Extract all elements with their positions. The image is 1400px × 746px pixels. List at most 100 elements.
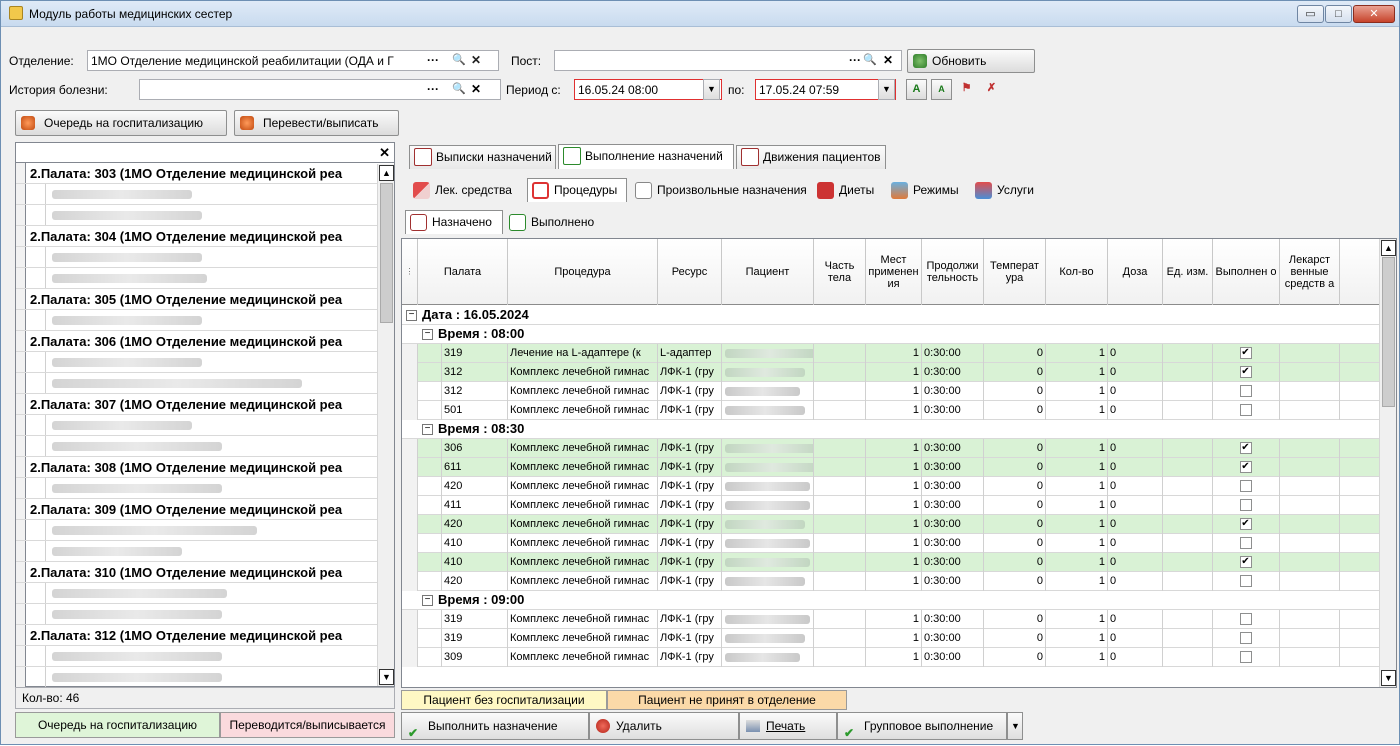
patient-row[interactable] <box>16 352 394 373</box>
done-checkbox[interactable] <box>1239 613 1252 625</box>
scroll-thumb[interactable] <box>380 183 393 323</box>
table-row[interactable]: 611 Комплекс лечебной гимнас ЛФК-1 (гру 1 0:… <box>402 458 1380 477</box>
table-row[interactable]: 411 Комплекс лечебной гимнас ЛФК-1 (гру 1 0:… <box>402 496 1380 515</box>
table-row[interactable]: 319 Комплекс лечебной гимнас ЛФК-1 (гру 1 0:… <box>402 629 1380 648</box>
col-temperature-header[interactable]: Температ ура <box>984 239 1046 305</box>
close-panel-icon[interactable]: ✕ <box>379 145 390 161</box>
period-from-field[interactable]: 16.05.24 08:00 <box>574 79 722 100</box>
done-checkbox[interactable] <box>1239 537 1252 549</box>
patient-row[interactable] <box>16 541 394 562</box>
title-bar[interactable]: Модуль работы медицинских сестер ▭ □ ✕ <box>1 1 1399 27</box>
dept-dots-icon[interactable]: ··· <box>427 53 439 67</box>
clear-filter-icon[interactable]: ✗ <box>981 79 1002 100</box>
history-dots-icon[interactable]: ··· <box>427 82 439 96</box>
time-group-row[interactable]: − Время : 08:30 <box>402 420 1380 439</box>
time-group-row[interactable]: − Время : 09:00 <box>402 591 1380 610</box>
subtab-medicines[interactable]: Лек. средства <box>409 179 519 203</box>
scroll-down-icon[interactable]: ▼ <box>379 669 394 685</box>
col-unit-header[interactable]: Ед. изм. <box>1163 239 1213 305</box>
subtab-procedures[interactable]: Процедуры <box>527 178 627 202</box>
col-indicator-header[interactable]: ⋮ <box>402 239 418 305</box>
grid-scroll-thumb[interactable] <box>1382 257 1395 407</box>
done-checkbox[interactable]: ✔ <box>1239 366 1252 378</box>
done-checkbox[interactable]: ✔ <box>1239 442 1252 454</box>
done-checkbox[interactable]: ✔ <box>1239 518 1252 530</box>
patient-row[interactable] <box>16 436 394 457</box>
collapse-icon[interactable]: − <box>422 595 433 606</box>
date-group-row[interactable]: − Дата : 16.05.2024 <box>402 306 1380 325</box>
ward-group-row[interactable]: 2.Палата: 312 (1МО Отделение медицинской… <box>16 625 394 646</box>
ward-group-row[interactable]: 2.Палата: 305 (1МО Отделение медицинской… <box>16 289 394 310</box>
subtab-regimes[interactable]: Режимы <box>887 179 969 203</box>
col-medicines-header[interactable]: Лекарст венные средств а <box>1280 239 1340 305</box>
table-row[interactable]: 312 Комплекс лечебной гимнас ЛФК-1 (гру 1 0:… <box>402 382 1380 401</box>
col-resource-header[interactable]: Ресурс <box>658 239 722 305</box>
grid-scroll-up-icon[interactable]: ▲ <box>1381 240 1396 256</box>
done-checkbox[interactable] <box>1239 404 1252 416</box>
col-body-part-header[interactable]: Часть тела <box>814 239 866 305</box>
ward-group-row[interactable]: 2.Палата: 303 (1МО Отделение медицинской… <box>16 163 394 184</box>
table-row[interactable]: 319 Лечение на L-адаптере (к L-адаптер 1 0:3… <box>402 344 1380 363</box>
collapse-icon[interactable]: − <box>406 310 417 321</box>
patient-row[interactable] <box>16 667 394 688</box>
table-row[interactable]: 319 Комплекс лечебной гимнас ЛФК-1 (гру 1 0:… <box>402 610 1380 629</box>
patient-row[interactable] <box>16 268 394 289</box>
done-checkbox[interactable] <box>1239 480 1252 492</box>
ward-group-row[interactable]: 2.Палата: 306 (1МО Отделение медицинской… <box>16 331 394 352</box>
done-checkbox[interactable] <box>1239 385 1252 397</box>
done-checkbox[interactable]: ✔ <box>1239 556 1252 568</box>
patient-row[interactable] <box>16 184 394 205</box>
done-checkbox[interactable] <box>1239 575 1252 587</box>
table-row[interactable]: 420 Комплекс лечебной гимнас ЛФК-1 (гру 1 0:… <box>402 515 1380 534</box>
transfer-button[interactable]: Перевести/выписать <box>234 110 399 136</box>
collapse-icon[interactable]: − <box>422 329 433 340</box>
post-clear-icon[interactable]: ✕ <box>883 53 893 67</box>
collapse-icon[interactable]: − <box>422 424 433 435</box>
grid-scrollbar[interactable]: ▲ ▼ <box>1379 239 1396 687</box>
subtab-custom[interactable]: Произвольные назначения <box>631 179 811 203</box>
col-patient-header[interactable]: Пациент <box>722 239 814 305</box>
period-to-dropdown[interactable]: ▼ <box>878 79 895 100</box>
tab-prescriptions[interactable]: Выписки назначений <box>409 145 556 169</box>
done-checkbox[interactable] <box>1239 651 1252 663</box>
done-checkbox[interactable]: ✔ <box>1239 461 1252 473</box>
ward-tree-scrollbar[interactable]: ▲ ▼ <box>377 164 394 686</box>
table-row[interactable]: 306 Комплекс лечебной гимнас ЛФК-1 (гру 1 0:… <box>402 439 1380 458</box>
font-decrease-icon[interactable]: A <box>931 79 952 100</box>
subtab-diets[interactable]: Диеты <box>813 179 885 203</box>
queue-button[interactable]: Очередь на госпитализацию <box>15 110 227 136</box>
minimize-button[interactable]: ▭ <box>1297 5 1324 23</box>
print-button[interactable]: Печать <box>739 712 837 740</box>
patient-row[interactable] <box>16 520 394 541</box>
post-dots-icon[interactable]: ··· <box>849 53 861 67</box>
ward-group-row[interactable]: 2.Палата: 308 (1МО Отделение медицинской… <box>16 457 394 478</box>
done-checkbox[interactable] <box>1239 632 1252 644</box>
tab-movements[interactable]: Движения пациентов <box>736 145 886 169</box>
patient-row[interactable] <box>16 415 394 436</box>
patient-row[interactable] <box>16 478 394 499</box>
table-row[interactable]: 420 Комплекс лечебной гимнас ЛФК-1 (гру 1 0:… <box>402 477 1380 496</box>
dept-clear-icon[interactable]: ✕ <box>471 53 481 67</box>
table-row[interactable]: 410 Комплекс лечебной гимнас ЛФК-1 (гру 1 0:… <box>402 553 1380 572</box>
time-group-row[interactable]: − Время : 08:00 <box>402 325 1380 344</box>
patient-row[interactable] <box>16 373 394 394</box>
ward-group-row[interactable]: 2.Палата: 307 (1МО Отделение медицинской… <box>16 394 394 415</box>
group-execute-button[interactable]: ✔ Групповое выполнение <box>837 712 1007 740</box>
col-place-header[interactable]: Мест применен ия <box>866 239 922 305</box>
table-row[interactable]: 501 Комплекс лечебной гимнас ЛФК-1 (гру 1 0:… <box>402 401 1380 420</box>
subtab-services[interactable]: Услуги <box>971 179 1051 203</box>
col-dose-header[interactable]: Доза <box>1108 239 1163 305</box>
ward-group-row[interactable]: 2.Палата: 310 (1МО Отделение медицинской… <box>16 562 394 583</box>
patient-row[interactable] <box>16 583 394 604</box>
post-search-icon[interactable]: 🔍 <box>863 53 877 66</box>
col-duration-header[interactable]: Продолжи тельность <box>922 239 984 305</box>
delete-button[interactable]: Удалить <box>589 712 739 740</box>
grid-scroll-down-icon[interactable]: ▼ <box>1381 670 1396 686</box>
table-row[interactable]: 410 Комплекс лечебной гимнас ЛФК-1 (гру 1 0:… <box>402 534 1380 553</box>
table-row[interactable]: 309 Комплекс лечебной гимнас ЛФК-1 (гру 1 0:… <box>402 648 1380 667</box>
history-search-icon[interactable]: 🔍 <box>452 82 466 95</box>
patient-row[interactable] <box>16 205 394 226</box>
scroll-up-icon[interactable]: ▲ <box>379 165 394 181</box>
col-room-header[interactable]: Палата <box>418 239 508 305</box>
ward-group-row[interactable]: 2.Палата: 309 (1МО Отделение медицинской… <box>16 499 394 520</box>
